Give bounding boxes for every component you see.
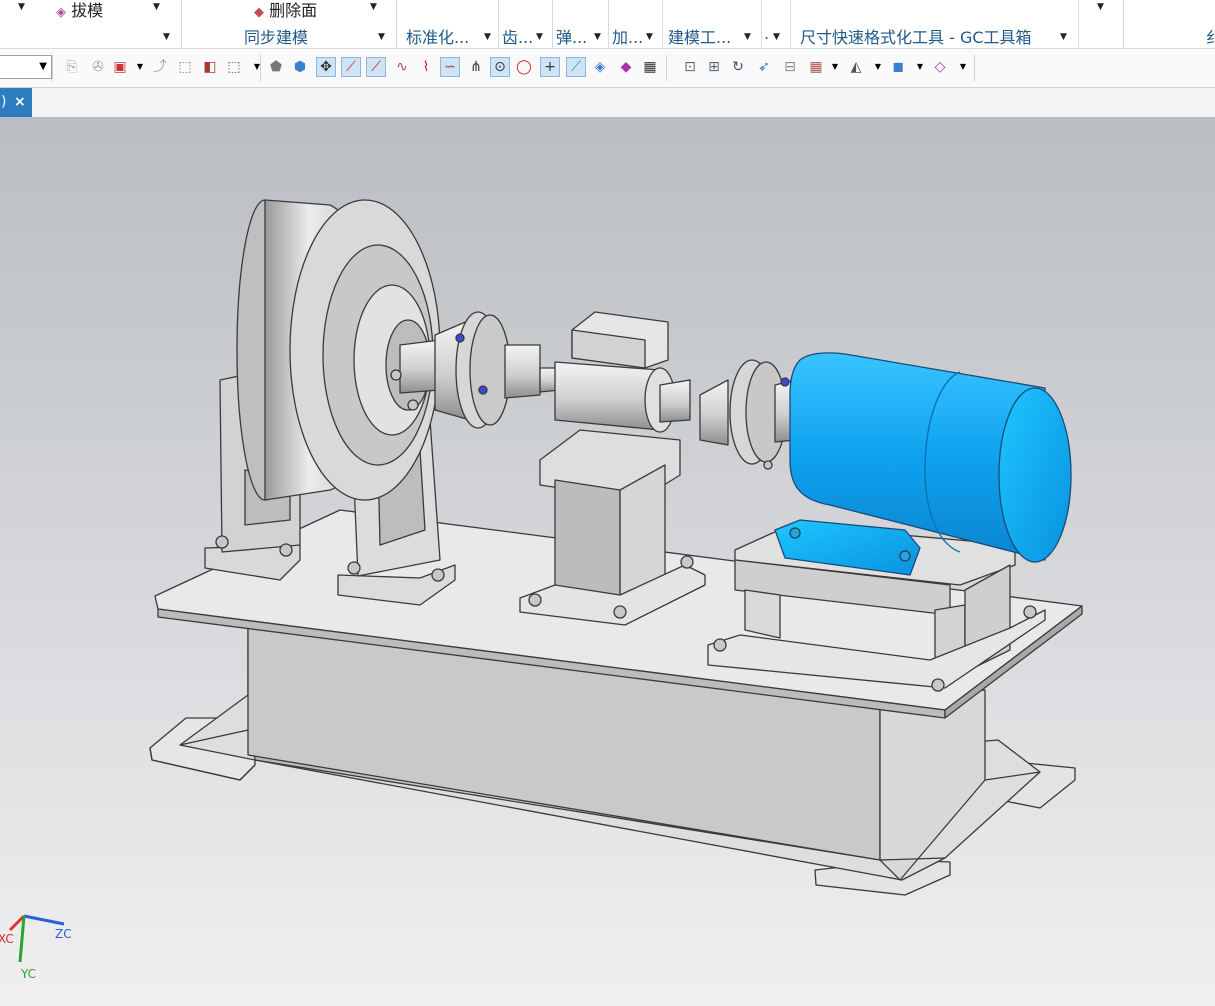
layer-icon[interactable]: ▦	[806, 57, 826, 77]
intersection-icon[interactable]: ⋔	[466, 57, 486, 77]
divider	[1123, 0, 1124, 48]
chevron-down-icon: ▼	[39, 61, 47, 72]
show-hide-icon[interactable]: ✇	[88, 57, 108, 77]
delete-face-button[interactable]: ◆ 删除面	[254, 0, 317, 21]
group-gear[interactable]: 齿...	[502, 24, 533, 48]
delete-face-icon: ◆	[254, 5, 264, 20]
tangent-icon[interactable]: ⟋	[566, 57, 586, 77]
ribbon: ▼ ◈ 拔模 ▼ ▼ ◆ 删除面 ▼ 同步建模 ▼ 标准化... ▼ 齿... …	[0, 0, 1215, 49]
cross-point-icon[interactable]: +	[540, 57, 560, 77]
select-filter-icon[interactable]: ▣	[110, 57, 130, 77]
snap-icon[interactable]: ⤴	[150, 57, 170, 77]
chevron-down-icon[interactable]: ▼	[484, 32, 491, 42]
orient-icon[interactable]: ◼	[888, 57, 908, 77]
divider	[790, 0, 791, 48]
chevron-down-icon[interactable]: ▼	[744, 32, 751, 42]
chevron-down-icon[interactable]: ▼	[163, 32, 170, 42]
chevron-down-icon[interactable]: ▼	[153, 2, 160, 12]
chevron-down-icon[interactable]: ▼	[1060, 32, 1067, 42]
solid-body-icon[interactable]: ⬟	[266, 57, 286, 77]
fit-view-icon[interactable]: ⊡	[680, 57, 700, 77]
chevron-down-icon[interactable]: ▼	[958, 57, 968, 77]
group-machining[interactable]: 加...	[612, 24, 643, 48]
chevron-down-icon[interactable]: ▼	[135, 57, 145, 77]
chevron-down-icon[interactable]: ▼	[370, 2, 377, 12]
control-point-icon[interactable]: ✥	[316, 57, 336, 77]
divider	[498, 0, 499, 48]
end-point-icon[interactable]: ⟋	[341, 57, 361, 77]
close-icon[interactable]: ×	[14, 88, 26, 117]
chevron-down-icon[interactable]: ▼	[646, 32, 653, 42]
group-spring[interactable]: 弹...	[556, 24, 587, 48]
divider	[181, 0, 182, 48]
chevron-down-icon[interactable]: ▼	[915, 57, 925, 77]
spline-icon[interactable]: ∽	[440, 57, 460, 77]
chevron-down-icon[interactable]: ▼	[773, 32, 780, 42]
chevron-down-icon[interactable]: ▼	[252, 57, 262, 77]
draft-button[interactable]: ◈ 拔模	[56, 0, 103, 21]
cube-icon[interactable]: ⬢	[290, 57, 310, 77]
graphics-viewport[interactable]: XC ZC YC	[0, 117, 1215, 1006]
axis-y-label: YC	[21, 967, 37, 981]
tab-strip: ) ×	[0, 88, 1215, 120]
toolbar-divider	[974, 55, 975, 81]
divider	[608, 0, 609, 48]
axis-z-label: ZC	[55, 927, 72, 941]
hide-icon[interactable]: ⊟	[780, 57, 800, 77]
curve-icon[interactable]: ∿	[392, 57, 412, 77]
selection-filter-dropdown[interactable]: ▼	[0, 55, 52, 79]
chevron-down-icon[interactable]: ▼	[1097, 2, 1104, 12]
rectangle-select-icon[interactable]: ⬚	[224, 57, 244, 77]
section-icon[interactable]: ◇	[930, 57, 950, 77]
arc-center-icon[interactable]: ⊙	[490, 57, 510, 77]
mid-point-icon[interactable]: ⟋	[366, 57, 386, 77]
view-triad-icon[interactable]: ◈	[590, 57, 610, 77]
render-style-icon[interactable]: ◆	[616, 57, 636, 77]
point-snap-icon[interactable]: ⬚	[175, 57, 195, 77]
replace-view-icon[interactable]: ⎘	[62, 57, 82, 77]
group-cut-off[interactable]: 纟	[1206, 24, 1215, 48]
group-gc-toolkit[interactable]: 尺寸快速格式化工具 - GC工具箱	[800, 24, 1032, 48]
face-select-icon[interactable]: ◧	[200, 57, 220, 77]
chevron-down-icon[interactable]: ▼	[378, 32, 385, 42]
group-modeling-tools[interactable]: 建模工...	[668, 24, 731, 48]
toolbar-divider	[666, 55, 667, 81]
chevron-down-icon[interactable]: ▼	[594, 32, 601, 42]
chevron-down-icon[interactable]: ▼	[830, 57, 840, 77]
pan-icon[interactable]: ➶	[754, 57, 774, 77]
point-on-curve-icon[interactable]: ⌇	[416, 57, 436, 77]
chevron-down-icon[interactable]: ▼	[873, 57, 883, 77]
tab-label: )	[1, 94, 7, 110]
divider	[1078, 0, 1079, 48]
document-tab[interactable]: ) ×	[0, 88, 32, 117]
rotate-icon[interactable]: ↻	[728, 57, 748, 77]
divider	[552, 0, 553, 48]
axis-x-label: XC	[0, 932, 14, 946]
divider	[396, 0, 397, 48]
group-sync-modeling[interactable]: 同步建模	[244, 24, 308, 48]
chevron-down-icon[interactable]: ▼	[18, 2, 25, 12]
quadrant-icon[interactable]: ◯	[514, 57, 534, 77]
group-standardize[interactable]: 标准化...	[406, 24, 469, 48]
zoom-icon[interactable]: ⊞	[704, 57, 724, 77]
assembly-model[interactable]	[0, 117, 1215, 1006]
group-more[interactable]: .	[764, 24, 769, 43]
chevron-down-icon[interactable]: ▼	[536, 32, 543, 42]
shading-icon[interactable]: ◭	[846, 57, 866, 77]
sheet-icon[interactable]: ▦	[640, 57, 660, 77]
divider	[761, 0, 762, 48]
toolbar-divider	[52, 55, 53, 81]
draft-icon: ◈	[56, 5, 66, 20]
divider	[662, 0, 663, 48]
